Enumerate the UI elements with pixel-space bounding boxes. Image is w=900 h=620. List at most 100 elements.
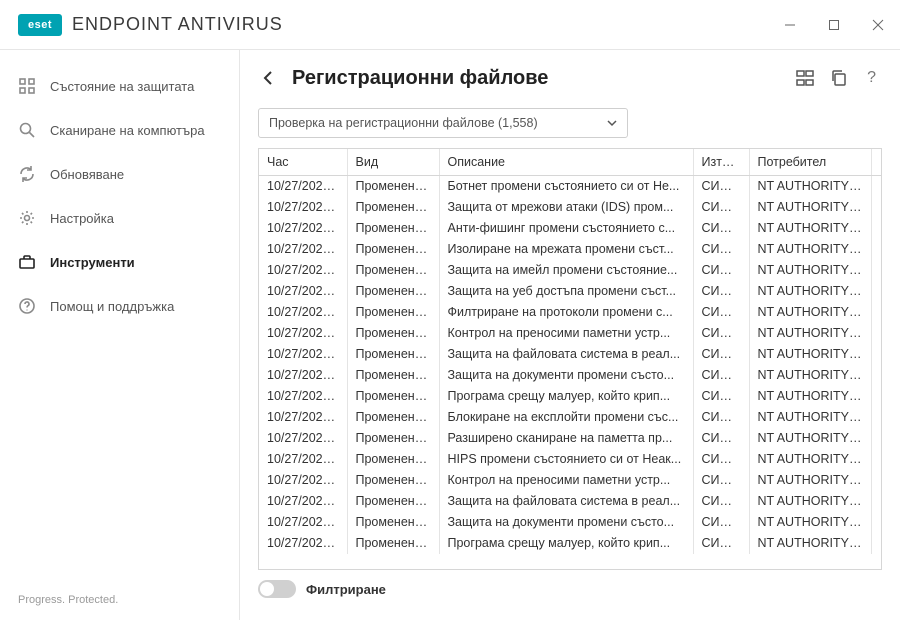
col-header-pad [871, 149, 881, 176]
log-type-select[interactable]: Проверка на регистрационни файлове (1,55… [258, 108, 628, 138]
col-header-type[interactable]: Вид [347, 149, 439, 176]
cell-pad [871, 302, 881, 323]
log-type-select-label: Проверка на регистрационни файлове (1,55… [269, 116, 538, 130]
cell-user: NT AUTHORITY\SY... [749, 302, 871, 323]
cell-src: СИСТЕ... [693, 491, 749, 512]
cell-time: 10/27/2022 ... [259, 533, 347, 554]
cell-user: NT AUTHORITY\SY... [749, 533, 871, 554]
sidebar-item-label: Състояние на защитата [50, 79, 194, 94]
back-button[interactable] [256, 66, 280, 90]
sidebar-item-update[interactable]: Обновяване [0, 152, 239, 196]
table-row[interactable]: 10/27/2022 ...Променена ...Блокиране на … [259, 407, 881, 428]
sidebar-item-help[interactable]: Помощ и поддръжка [0, 284, 239, 328]
col-header-desc[interactable]: Описание [439, 149, 693, 176]
titlebar: eset ENDPOINT ANTIVIRUS [0, 0, 900, 50]
cell-src: СИСТЕ... [693, 470, 749, 491]
sidebar-item-protection-status[interactable]: Състояние на защитата [0, 64, 239, 108]
table-row[interactable]: 10/27/2022 ...Променена ...Ботнет промен… [259, 176, 881, 197]
table-row[interactable]: 10/27/2022 ...Променена ...Програма срещ… [259, 386, 881, 407]
refresh-icon [18, 165, 36, 183]
cell-time: 10/27/2022 ... [259, 365, 347, 386]
table-row[interactable]: 10/27/2022 ...Променена ...Защита на док… [259, 512, 881, 533]
cell-type: Променена ... [347, 239, 439, 260]
cell-user: NT AUTHORITY\SY... [749, 407, 871, 428]
sidebar-item-tools[interactable]: Инструменти [0, 240, 239, 284]
cell-time: 10/27/2022 ... [259, 302, 347, 323]
table-row[interactable]: 10/27/2022 ...Променена ...Контрол на пр… [259, 470, 881, 491]
table-row[interactable]: 10/27/2022 ...Променена ...Защита на уеб… [259, 281, 881, 302]
cell-type: Променена ... [347, 344, 439, 365]
cell-src: СИСТЕ... [693, 281, 749, 302]
table-row[interactable]: 10/27/2022 ...Променена ...Защита на док… [259, 365, 881, 386]
cell-desc: Контрол на преносими паметни устр... [439, 323, 693, 344]
cell-user: NT AUTHORITY\SY... [749, 365, 871, 386]
cell-desc: Ботнет промени състоянието си от Не... [439, 176, 693, 197]
cell-desc: Защита на файловата система в реал... [439, 344, 693, 365]
cell-pad [871, 449, 881, 470]
table-row[interactable]: 10/27/2022 ...Променена ...HIPS промени … [259, 449, 881, 470]
cell-desc: Изолиране на мрежата промени съст... [439, 239, 693, 260]
maximize-button[interactable] [812, 0, 856, 50]
filter-toggle[interactable] [258, 580, 296, 598]
cell-time: 10/27/2022 ... [259, 323, 347, 344]
cell-pad [871, 281, 881, 302]
cell-desc: Програма срещу малуер, който крип... [439, 533, 693, 554]
sidebar-item-label: Инструменти [50, 255, 135, 270]
sidebar-footer-tagline: Progress. Protected. [0, 580, 239, 620]
cell-desc: Анти-фишинг промени състоянието с... [439, 218, 693, 239]
cell-pad [871, 197, 881, 218]
table-row[interactable]: 10/27/2022 ...Променена ...Изолиране на … [259, 239, 881, 260]
help-circle-icon [18, 297, 36, 315]
cell-pad [871, 386, 881, 407]
sidebar-item-setup[interactable]: Настройка [0, 196, 239, 240]
sidebar-item-scan[interactable]: Сканиране на компютъра [0, 108, 239, 152]
table-row[interactable]: 10/27/2022 ...Променена ...Разширено ска… [259, 428, 881, 449]
col-header-user[interactable]: Потребител [749, 149, 871, 176]
cell-time: 10/27/2022 ... [259, 239, 347, 260]
close-button[interactable] [856, 0, 900, 50]
cell-src: СИСТЕ... [693, 407, 749, 428]
cell-pad [871, 323, 881, 344]
minimize-button[interactable] [768, 0, 812, 50]
table-row[interactable]: 10/27/2022 ...Променена ...Програма срещ… [259, 533, 881, 554]
cell-time: 10/27/2022 ... [259, 512, 347, 533]
cell-type: Променена ... [347, 407, 439, 428]
cell-desc: Защита на файловата система в реал... [439, 491, 693, 512]
cell-type: Променена ... [347, 386, 439, 407]
table-row[interactable]: 10/27/2022 ...Променена ...Контрол на пр… [259, 323, 881, 344]
cell-type: Променена ... [347, 428, 439, 449]
cell-src: СИСТЕ... [693, 449, 749, 470]
columns-button[interactable] [795, 68, 815, 88]
cell-desc: Защита на документи промени състо... [439, 512, 693, 533]
cell-desc: Разширено сканиране на паметта пр... [439, 428, 693, 449]
table-row[interactable]: 10/27/2022 ...Променена ...Защита на име… [259, 260, 881, 281]
cell-src: СИСТЕ... [693, 302, 749, 323]
table-row[interactable]: 10/27/2022 ...Променена ...Анти-фишинг п… [259, 218, 881, 239]
log-table[interactable]: Час Вид Описание Източн... Потребител 10… [258, 148, 882, 570]
help-button[interactable]: ? [863, 69, 880, 87]
cell-desc: Блокиране на експлойти промени със... [439, 407, 693, 428]
cell-type: Променена ... [347, 260, 439, 281]
copy-button[interactable] [829, 68, 849, 88]
table-row[interactable]: 10/27/2022 ...Променена ...Защита от мре… [259, 197, 881, 218]
window-controls [768, 0, 900, 50]
cell-time: 10/27/2022 ... [259, 344, 347, 365]
sidebar-item-label: Настройка [50, 211, 114, 226]
maximize-icon [828, 19, 840, 31]
cell-user: NT AUTHORITY\SY... [749, 176, 871, 197]
brand-logo: eset [18, 14, 62, 36]
col-header-time[interactable]: Час [259, 149, 347, 176]
table-row[interactable]: 10/27/2022 ...Променена ...Защита на фай… [259, 344, 881, 365]
cell-desc: Защита от мрежови атаки (IDS) пром... [439, 197, 693, 218]
cell-user: NT AUTHORITY\SY... [749, 218, 871, 239]
cell-user: NT AUTHORITY\SY... [749, 491, 871, 512]
content-header: Регистрационни файлове ? [240, 50, 900, 102]
cell-desc: Защита на документи промени състо... [439, 365, 693, 386]
cell-type: Променена ... [347, 176, 439, 197]
col-header-src[interactable]: Източн... [693, 149, 749, 176]
table-row[interactable]: 10/27/2022 ...Променена ...Филтриране на… [259, 302, 881, 323]
minimize-icon [784, 19, 796, 31]
table-row[interactable]: 10/27/2022 ...Променена ...Защита на фай… [259, 491, 881, 512]
sidebar-item-label: Помощ и поддръжка [50, 299, 174, 314]
cell-time: 10/27/2022 ... [259, 470, 347, 491]
